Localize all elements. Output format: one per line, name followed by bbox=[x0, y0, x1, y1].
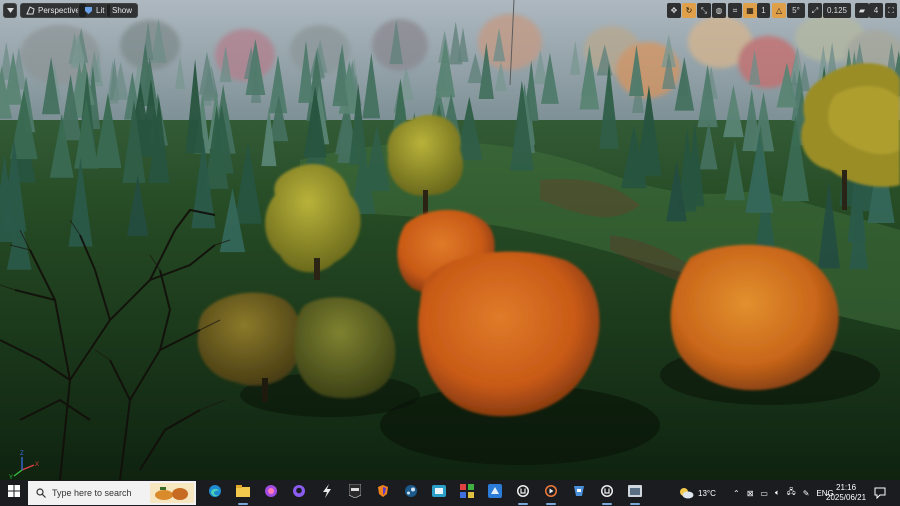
rotate-tool-button[interactable]: ↻ bbox=[682, 3, 696, 18]
grid-size-button[interactable]: 1 bbox=[757, 3, 770, 18]
app-icon bbox=[432, 484, 446, 502]
network-icon[interactable]: 🖧︎ bbox=[787, 486, 796, 500]
grid-icon: ▦ bbox=[746, 6, 754, 15]
notification-icon bbox=[874, 486, 886, 503]
system-tray: 13°C bbox=[678, 480, 716, 506]
rotation-snap-button[interactable]: △ bbox=[772, 3, 786, 18]
notification-button[interactable] bbox=[874, 486, 886, 504]
github-app[interactable] bbox=[285, 480, 313, 506]
forest-scene-render[interactable]: X Z Y bbox=[0, 0, 900, 480]
app-grid-app[interactable] bbox=[453, 480, 481, 506]
pen-icon[interactable]: ✎ bbox=[803, 489, 810, 498]
perspective-button[interactable]: Perspective bbox=[20, 3, 86, 18]
unreal-engine-2-icon bbox=[600, 484, 614, 503]
scale-snap-icon: ⤢ bbox=[811, 5, 819, 15]
scale-icon: ⤡ bbox=[700, 5, 708, 15]
chevron-down-icon bbox=[6, 8, 14, 13]
lit-mode-icon bbox=[84, 6, 93, 15]
steam-icon bbox=[404, 484, 418, 503]
steam-app[interactable] bbox=[397, 480, 425, 506]
editor-viewport[interactable]: X Z Y Perspective Lit Show ✥ ↻ ⤡ ◍ ⌗ ▦ 1… bbox=[0, 0, 900, 480]
grid-size-value: 1 bbox=[761, 6, 766, 15]
edge-app[interactable] bbox=[201, 480, 229, 506]
perspective-label: Perspective bbox=[38, 6, 80, 15]
epic-games-icon bbox=[348, 483, 362, 503]
app-grid-icon bbox=[460, 483, 474, 503]
messenger-icon bbox=[264, 484, 278, 503]
move-icon: ✥ bbox=[670, 6, 678, 15]
app[interactable] bbox=[425, 480, 453, 506]
github-icon bbox=[292, 484, 306, 503]
editor-icon bbox=[572, 484, 586, 503]
viewport-options-button[interactable] bbox=[3, 3, 17, 18]
rotation-snap-value-button[interactable]: 5° bbox=[787, 3, 805, 18]
file-explorer-app[interactable] bbox=[229, 480, 257, 506]
taskbar-clock[interactable]: 21:16 2025/06/21 bbox=[826, 483, 866, 503]
unreal-engine-icon bbox=[516, 484, 530, 503]
tool-icon bbox=[321, 483, 333, 503]
start-button[interactable] bbox=[0, 480, 28, 506]
scale-snap-button[interactable]: ⤢ bbox=[808, 3, 822, 18]
file-explorer-icon bbox=[236, 484, 250, 502]
app-window-app[interactable] bbox=[621, 480, 649, 506]
windows-taskbar: Type here to search 13°C ⌃ ⊠ ▭ 🔈︎ 🖧︎ ✎ E… bbox=[0, 480, 900, 506]
surface-snap-button[interactable]: ⌗ bbox=[728, 3, 742, 18]
store-app[interactable] bbox=[481, 480, 509, 506]
camera-speed-value: 4 bbox=[873, 6, 879, 15]
clock-time: 21:16 bbox=[836, 483, 857, 492]
tool-app[interactable] bbox=[313, 480, 341, 506]
show-label: Show bbox=[112, 6, 133, 15]
camera-speed-button[interactable]: ▰ bbox=[855, 3, 869, 18]
store-icon bbox=[488, 483, 502, 503]
media-player-icon bbox=[544, 484, 558, 503]
scale-snap-value: 0.125 bbox=[826, 6, 848, 15]
edge-icon bbox=[208, 484, 222, 503]
rotation-snap-value: 5° bbox=[792, 6, 800, 15]
surface-snap-icon: ⌗ bbox=[732, 5, 738, 15]
tray-app-icon[interactable]: ⊠ bbox=[747, 489, 754, 498]
sound-icon[interactable]: 🔈︎ bbox=[775, 488, 780, 498]
epic-games-app[interactable] bbox=[341, 480, 369, 506]
globe-icon: ◍ bbox=[715, 6, 723, 15]
angle-icon: △ bbox=[775, 6, 783, 15]
search-highlight-icon bbox=[150, 483, 194, 503]
perspective-icon bbox=[26, 6, 35, 15]
rotate-icon: ↻ bbox=[685, 6, 693, 15]
grid-snap-button[interactable]: ▦ bbox=[743, 3, 757, 18]
app-window-icon bbox=[628, 484, 642, 502]
weather-temperature[interactable]: 13°C bbox=[698, 489, 716, 498]
translate-tool-button[interactable]: ✥ bbox=[667, 3, 681, 18]
camera-speed-value-button[interactable]: 4 bbox=[869, 3, 883, 18]
browser-app[interactable] bbox=[369, 480, 397, 506]
svg-text:Z: Z bbox=[20, 451, 24, 457]
maximize-viewport-button[interactable]: ⛶ bbox=[885, 3, 897, 18]
messenger-app[interactable] bbox=[257, 480, 285, 506]
unreal-engine-2-app[interactable] bbox=[593, 480, 621, 506]
browser-icon bbox=[376, 484, 390, 503]
weather-icon[interactable] bbox=[678, 487, 694, 499]
scale-tool-button[interactable]: ⤡ bbox=[697, 3, 711, 18]
editor-app[interactable] bbox=[565, 480, 593, 506]
chevron-up-icon[interactable]: ⌃ bbox=[733, 489, 740, 498]
svg-text:X: X bbox=[35, 462, 39, 468]
show-button[interactable]: Show bbox=[106, 3, 139, 18]
lit-label: Lit bbox=[96, 6, 105, 15]
coordinate-space-button[interactable]: ◍ bbox=[712, 3, 726, 18]
taskbar-pinned-apps bbox=[201, 480, 649, 506]
tray-icons: ⌃ ⊠ ▭ 🔈︎ 🖧︎ ✎ ENG bbox=[733, 480, 834, 506]
windows-logo-icon bbox=[8, 484, 20, 502]
display-icon[interactable]: ▭ bbox=[760, 489, 768, 498]
search-placeholder: Type here to search bbox=[52, 488, 132, 498]
taskbar-search-box[interactable]: Type here to search bbox=[28, 481, 196, 505]
scale-snap-value-button[interactable]: 0.125 bbox=[823, 3, 851, 18]
clock-date: 2025/06/21 bbox=[826, 493, 867, 502]
media-player-app[interactable] bbox=[537, 480, 565, 506]
maximize-icon: ⛶ bbox=[888, 5, 894, 15]
unreal-engine-app[interactable] bbox=[509, 480, 537, 506]
search-icon bbox=[36, 488, 46, 498]
camera-icon: ▰ bbox=[858, 6, 866, 15]
